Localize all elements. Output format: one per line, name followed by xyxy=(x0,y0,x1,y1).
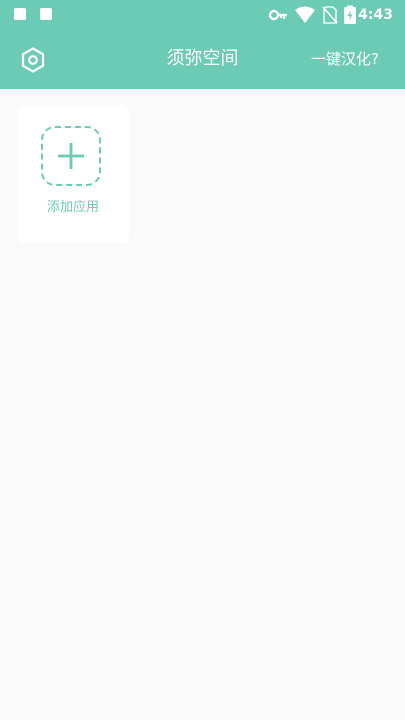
notification-icon xyxy=(40,8,52,20)
translate-button[interactable]: 一键汉化? xyxy=(311,47,379,71)
no-sim-icon xyxy=(322,6,338,24)
app-grid: 添加应用 xyxy=(0,89,405,720)
app-bar: 须弥空间 一键汉化? xyxy=(0,30,405,89)
add-app-card[interactable]: 添加应用 xyxy=(17,105,129,243)
notification-icon xyxy=(14,8,26,20)
status-bar: 4:43 xyxy=(0,0,405,30)
status-time: 4:43 xyxy=(358,7,393,23)
add-app-label: 添加应用 xyxy=(46,200,99,215)
vpn-key-icon xyxy=(268,9,287,21)
plus-icon xyxy=(58,143,84,169)
gear-icon[interactable] xyxy=(20,47,46,73)
wifi-icon xyxy=(295,6,315,23)
battery-icon xyxy=(344,5,356,24)
add-app-button[interactable] xyxy=(41,126,101,186)
